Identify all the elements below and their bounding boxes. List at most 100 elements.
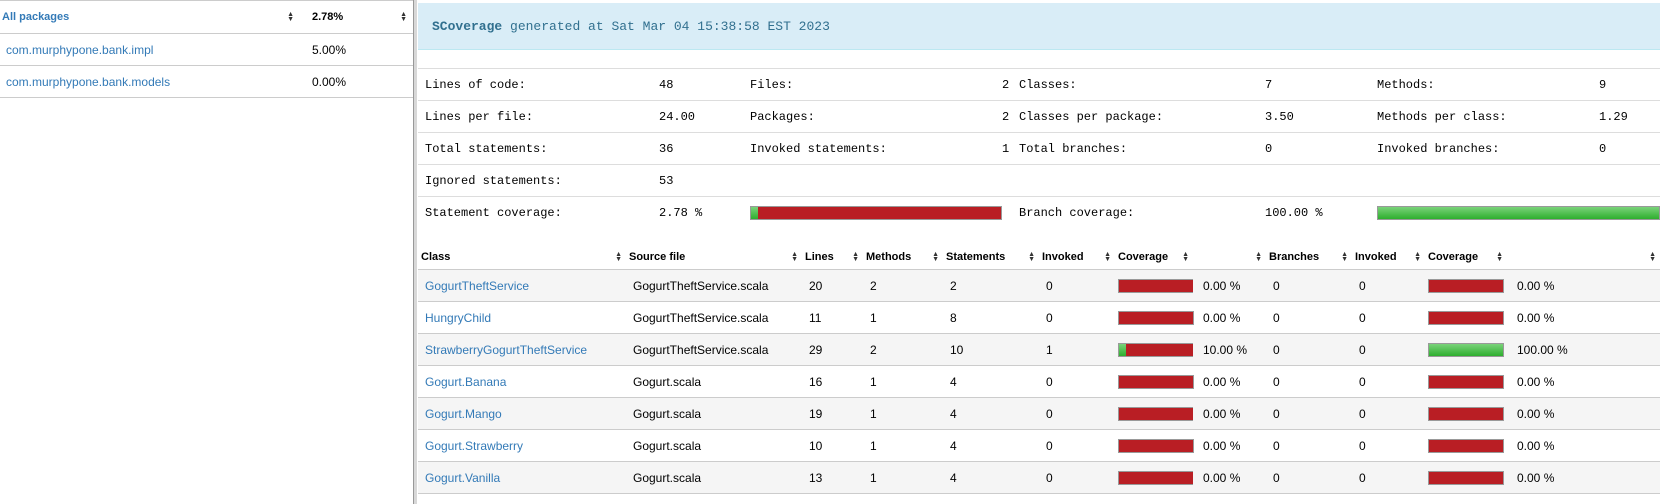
- source-file: Gogurt.scala: [626, 365, 802, 398]
- branch-coverage-value: 0.00 %: [1507, 461, 1660, 494]
- stat-value: 100.00 %: [1258, 196, 1370, 228]
- source-file: Gogurt.scala: [626, 397, 802, 430]
- package-link[interactable]: com.murphypone.bank.models: [6, 75, 170, 89]
- statement-coverage-bar: [1118, 342, 1194, 357]
- total-coverage-header[interactable]: 2.78% ▲ ▼: [300, 0, 413, 34]
- column-header[interactable]: ▲ ▼: [1193, 245, 1266, 270]
- methods-value: 2: [863, 269, 943, 302]
- branch-coverage-value: 0.00 %: [1507, 365, 1660, 398]
- sort-icon[interactable]: ▲ ▼: [1414, 251, 1421, 263]
- stat-label: Files:: [743, 68, 995, 101]
- sort-icon[interactable]: ▲ ▼: [932, 251, 939, 263]
- sort-icon[interactable]: ▲ ▼: [1341, 251, 1348, 263]
- stat-label: Methods per class:: [1370, 100, 1592, 133]
- column-header[interactable]: Statements ▲ ▼: [943, 245, 1039, 270]
- stat-label: Packages:: [743, 100, 995, 133]
- stat-label: Total branches:: [1012, 132, 1258, 165]
- lines-value: 16: [802, 365, 863, 398]
- class-link[interactable]: HungryChild: [425, 311, 491, 325]
- stat-label: Classes per package:: [1012, 100, 1258, 133]
- source-file: GogurtTheftService.scala: [626, 269, 802, 302]
- coverage-bar-uncovered: [1119, 375, 1193, 388]
- sort-icon[interactable]: ▲ ▼: [1182, 251, 1189, 263]
- sort-icon[interactable]: ▲ ▼: [1496, 251, 1503, 263]
- coverage-bar-uncovered: [1429, 279, 1503, 292]
- column-header[interactable]: Class ▲ ▼: [418, 245, 626, 270]
- column-header[interactable]: ▲ ▼: [1507, 245, 1660, 270]
- stat-label: Branch coverage:: [1012, 196, 1258, 228]
- sort-icon[interactable]: ▲ ▼: [1255, 251, 1262, 263]
- column-header[interactable]: Coverage ▲ ▼: [1425, 245, 1507, 270]
- sort-icon[interactable]: ▲ ▼: [791, 251, 798, 263]
- sort-icon[interactable]: ▲ ▼: [615, 251, 622, 263]
- statements-value: 8: [943, 301, 1039, 334]
- branches-value: 0: [1266, 461, 1352, 494]
- column-header[interactable]: Lines ▲ ▼: [802, 245, 863, 270]
- sort-icon[interactable]: ▲ ▼: [1649, 251, 1656, 263]
- stat-label: Lines of code:: [418, 68, 652, 101]
- source-file: GogurtTheftService.scala: [626, 301, 802, 334]
- class-table-header: Class ▲ ▼ Source file ▲ ▼ Lines ▲ ▼ Methods ▲ ▼ …: [418, 245, 1660, 270]
- branch-coverage-bar: [1428, 374, 1504, 389]
- sort-icon[interactable]: ▲ ▼: [1104, 251, 1111, 263]
- class-link[interactable]: Gogurt.Vanilla: [425, 471, 500, 485]
- branch-invoked-value: 0: [1352, 269, 1425, 302]
- column-header[interactable]: Source file ▲ ▼: [626, 245, 802, 270]
- branch-coverage-bar: [1428, 310, 1504, 325]
- package-row: com.murphypone.bank.impl 5.00%: [0, 33, 413, 66]
- branch-coverage-value: 0.00 %: [1507, 269, 1660, 302]
- branch-coverage-bar: [1428, 342, 1504, 357]
- stat-label: Invoked branches:: [1370, 132, 1592, 165]
- class-link[interactable]: StrawberryGogurtTheftService: [425, 343, 587, 357]
- invoked-value: 0: [1039, 397, 1115, 430]
- sort-icon[interactable]: ▲ ▼: [400, 11, 407, 23]
- all-packages-header[interactable]: All packages ▲ ▼: [0, 0, 300, 34]
- column-header[interactable]: Invoked ▲ ▼: [1352, 245, 1425, 270]
- stat-value: 48: [652, 68, 743, 101]
- class-link[interactable]: Gogurt.Banana: [425, 375, 506, 389]
- methods-value: 1: [863, 397, 943, 430]
- column-header[interactable]: Coverage ▲ ▼: [1115, 245, 1193, 270]
- statements-value: 4: [943, 365, 1039, 398]
- coverage-bar-uncovered: [1119, 407, 1193, 420]
- stats-row: Total statements: 36 Invoked statements:…: [418, 132, 1660, 165]
- sort-icon[interactable]: ▲ ▼: [287, 11, 294, 23]
- table-row: StrawberryGogurtTheftService GogurtTheft…: [418, 333, 1660, 366]
- statement-coverage-value: 0.00 %: [1193, 429, 1266, 462]
- column-header[interactable]: Methods ▲ ▼: [863, 245, 943, 270]
- table-row: Gogurt.Mango Gogurt.scala 19 1 4 0 0.00 …: [418, 397, 1660, 430]
- column-header[interactable]: Branches ▲ ▼: [1266, 245, 1352, 270]
- lines-value: 13: [802, 461, 863, 494]
- overview-panel: SCoverage generated at Sat Mar 04 15:38:…: [418, 0, 1660, 504]
- report-banner: SCoverage generated at Sat Mar 04 15:38:…: [418, 3, 1660, 50]
- statements-value: 4: [943, 461, 1039, 494]
- statement-coverage-value: 10.00 %: [1193, 333, 1266, 366]
- package-coverage: 0.00%: [300, 65, 413, 98]
- packages-panel: All packages ▲ ▼ 2.78% ▲ ▼ com.murphypone.…: [0, 0, 413, 504]
- column-header[interactable]: Invoked ▲ ▼: [1039, 245, 1115, 270]
- class-link[interactable]: Gogurt.Strawberry: [425, 439, 523, 453]
- coverage-bar-uncovered: [1429, 311, 1503, 324]
- statement-coverage-bar: [1118, 310, 1194, 325]
- package-link[interactable]: com.murphypone.bank.impl: [6, 43, 153, 57]
- class-link[interactable]: GogurtTheftService: [425, 279, 529, 293]
- stat-value: 2.78 %: [652, 196, 743, 228]
- report-brand: SCoverage: [432, 19, 503, 34]
- branch-invoked-value: 0: [1352, 397, 1425, 430]
- all-packages-link[interactable]: All packages: [2, 11, 69, 23]
- panel-divider[interactable]: [413, 0, 417, 504]
- source-file: Gogurt.scala: [626, 461, 802, 494]
- coverage-bar-uncovered: [757, 206, 1001, 219]
- report-generated-text: generated at Sat Mar 04 15:38:58 EST 202…: [510, 19, 830, 34]
- statement-coverage-value: 0.00 %: [1193, 269, 1266, 302]
- sort-icon[interactable]: ▲ ▼: [1028, 251, 1035, 263]
- sort-icon[interactable]: ▲ ▼: [852, 251, 859, 263]
- stat-value: 9: [1592, 68, 1660, 101]
- branch-coverage-bar: [1428, 470, 1504, 485]
- stat-value: 36: [652, 132, 743, 165]
- class-link[interactable]: Gogurt.Mango: [425, 407, 502, 421]
- statement-coverage-bar: [1118, 278, 1194, 293]
- table-row: Gogurt.Banana Gogurt.scala 16 1 4 0 0.00…: [418, 365, 1660, 398]
- coverage-bar-uncovered: [1119, 471, 1193, 484]
- stat-value: 1: [995, 132, 1012, 165]
